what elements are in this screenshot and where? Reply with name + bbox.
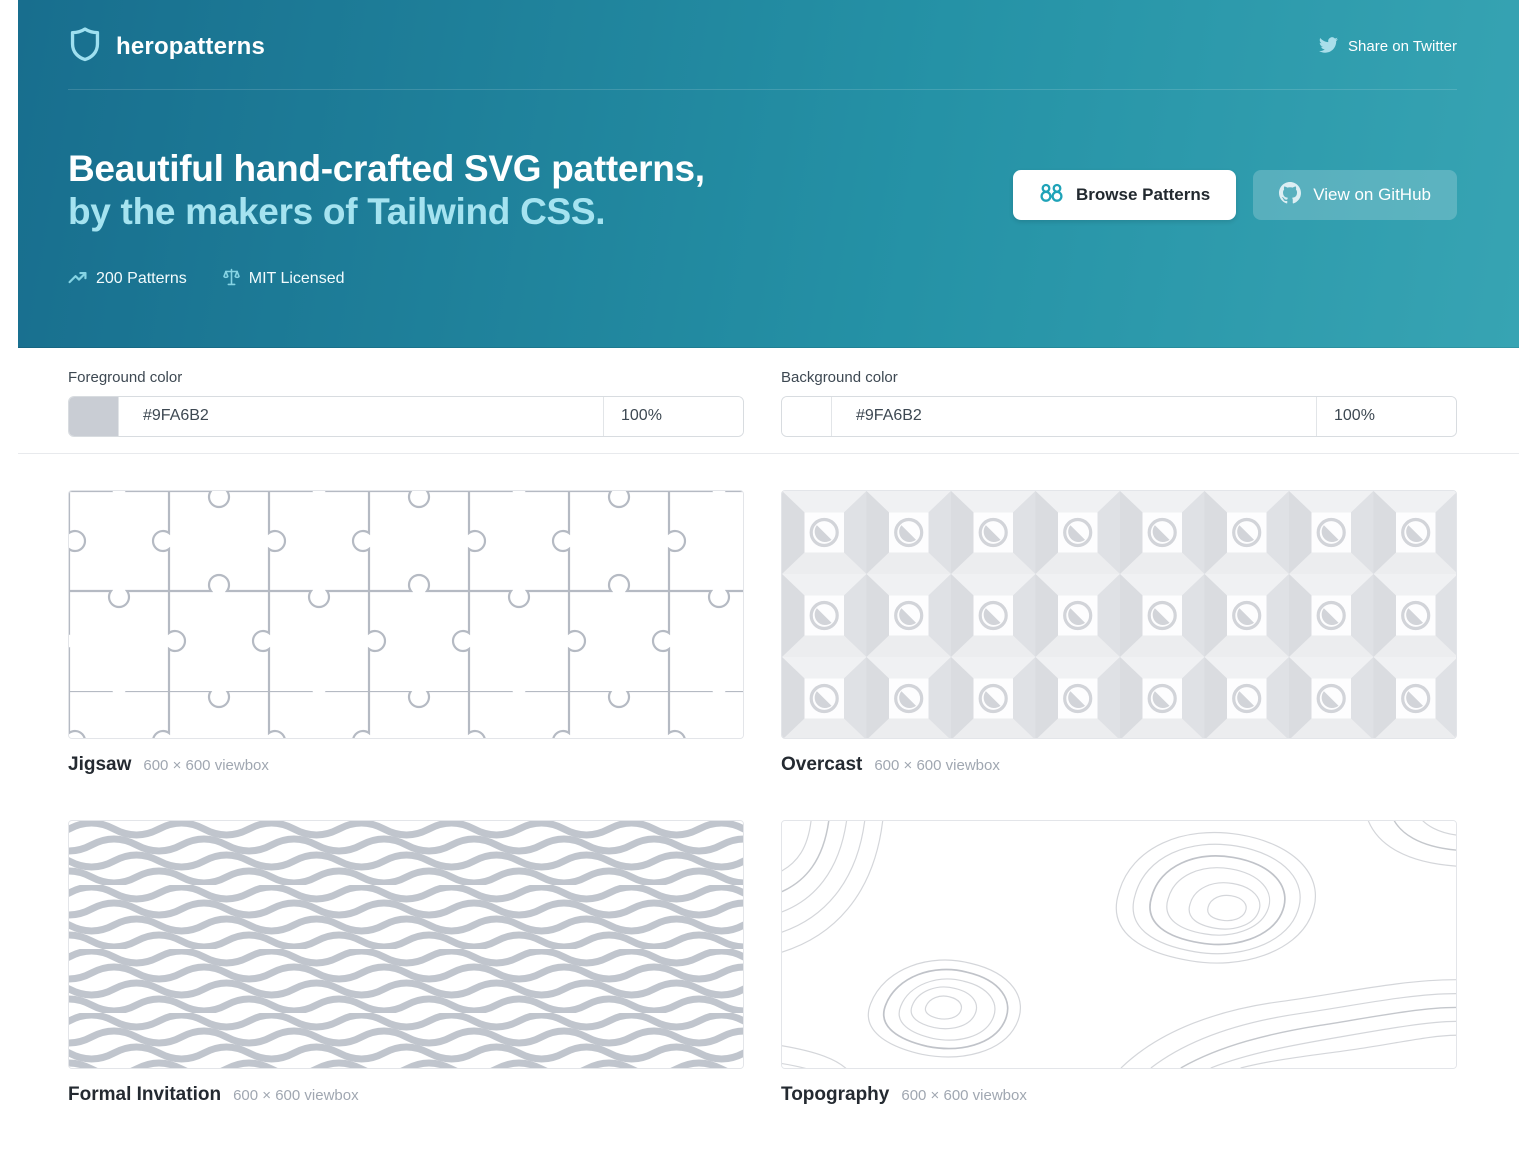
stat-patterns-count: 200 Patterns — [68, 268, 187, 290]
foreground-input-group — [68, 396, 744, 437]
background-opacity-input[interactable] — [1316, 397, 1456, 436]
foreground-opacity-input[interactable] — [603, 397, 743, 436]
pattern-name: Topography — [781, 1084, 889, 1106]
overcast-pattern-svg — [782, 491, 1456, 738]
heading-line-2: by the makers of Tailwind CSS. — [68, 191, 705, 234]
background-color-label: Background color — [781, 369, 1457, 386]
hero-main: Beautiful hand-crafted SVG patterns, by … — [68, 148, 1457, 291]
github-icon — [1279, 182, 1301, 209]
background-hex-input[interactable] — [832, 397, 1316, 436]
pattern-name: Overcast — [781, 754, 862, 776]
formal-invitation-pattern-tile[interactable] — [68, 820, 744, 1069]
pattern-name: Formal Invitation — [68, 1084, 221, 1106]
browse-patterns-label: Browse Patterns — [1076, 185, 1210, 205]
stat-license: MIT Licensed — [223, 268, 345, 291]
pattern-name: Jigsaw — [68, 754, 131, 776]
hero-actions: Browse Patterns View on GitHub — [1013, 170, 1457, 220]
view-github-label: View on GitHub — [1313, 185, 1431, 205]
foreground-hex-input[interactable] — [119, 397, 603, 436]
pattern-meta: 600 × 600 viewbox — [901, 1087, 1027, 1104]
binoculars-icon — [1039, 183, 1064, 208]
top-bar: heropatterns Share on Twitter — [68, 0, 1457, 90]
pattern-caption: Formal Invitation 600 × 600 viewbox — [68, 1084, 744, 1106]
pattern-caption: Jigsaw 600 × 600 viewbox — [68, 754, 744, 776]
background-input-group — [781, 396, 1457, 437]
hero-stats: 200 Patterns MIT Licensed — [68, 268, 705, 291]
foreground-color-swatch[interactable] — [69, 397, 119, 436]
twitter-icon — [1319, 37, 1338, 57]
overcast-pattern-tile[interactable] — [781, 490, 1457, 739]
pattern-card-jigsaw: Jigsaw 600 × 600 viewbox — [68, 490, 744, 776]
trending-up-icon — [68, 268, 87, 290]
foreground-color-control: Foreground color — [68, 369, 744, 437]
heading-line-1: Beautiful hand-crafted SVG patterns, — [68, 148, 705, 191]
background-color-control: Background color — [781, 369, 1457, 437]
pattern-meta: 600 × 600 viewbox — [233, 1087, 359, 1104]
pattern-caption: Topography 600 × 600 viewbox — [781, 1084, 1457, 1106]
background-color-swatch[interactable] — [782, 397, 832, 436]
pattern-caption: Overcast 600 × 600 viewbox — [781, 754, 1457, 776]
view-github-button[interactable]: View on GitHub — [1253, 170, 1457, 220]
page: heropatterns Share on Twitter Beautiful … — [0, 0, 1525, 1156]
topography-pattern-tile[interactable] — [781, 820, 1457, 1069]
page-title: Beautiful hand-crafted SVG patterns, by … — [68, 148, 705, 234]
pattern-card-topography: Topography 600 × 600 viewbox — [781, 820, 1457, 1106]
brand[interactable]: heropatterns — [68, 26, 265, 67]
pattern-card-formal-invitation: Formal Invitation 600 × 600 viewbox — [68, 820, 744, 1106]
pattern-card-overcast: Overcast 600 × 600 viewbox — [781, 490, 1457, 776]
shield-icon — [68, 26, 102, 67]
stat-label: MIT Licensed — [249, 270, 345, 288]
brand-name: heropatterns — [116, 33, 265, 61]
pattern-meta: 600 × 600 viewbox — [874, 757, 1000, 774]
share-twitter-link[interactable]: Share on Twitter — [1319, 37, 1457, 57]
jigsaw-pattern-svg — [69, 491, 743, 738]
browse-patterns-button[interactable]: Browse Patterns — [1013, 170, 1236, 220]
foreground-color-label: Foreground color — [68, 369, 744, 386]
hero-header: heropatterns Share on Twitter Beautiful … — [18, 0, 1519, 348]
formal-invitation-pattern-svg — [69, 821, 743, 1068]
share-label: Share on Twitter — [1348, 38, 1457, 55]
jigsaw-pattern-tile[interactable] — [68, 490, 744, 739]
stat-label: 200 Patterns — [96, 270, 187, 288]
scales-icon — [223, 268, 240, 291]
controls-section: Foreground color Background color — [18, 348, 1519, 454]
patterns-grid: Jigsaw 600 × 600 viewbox — [68, 454, 1457, 1156]
topography-pattern-svg — [782, 821, 1456, 1068]
pattern-meta: 600 × 600 viewbox — [143, 757, 269, 774]
hero-copy: Beautiful hand-crafted SVG patterns, by … — [68, 148, 705, 291]
